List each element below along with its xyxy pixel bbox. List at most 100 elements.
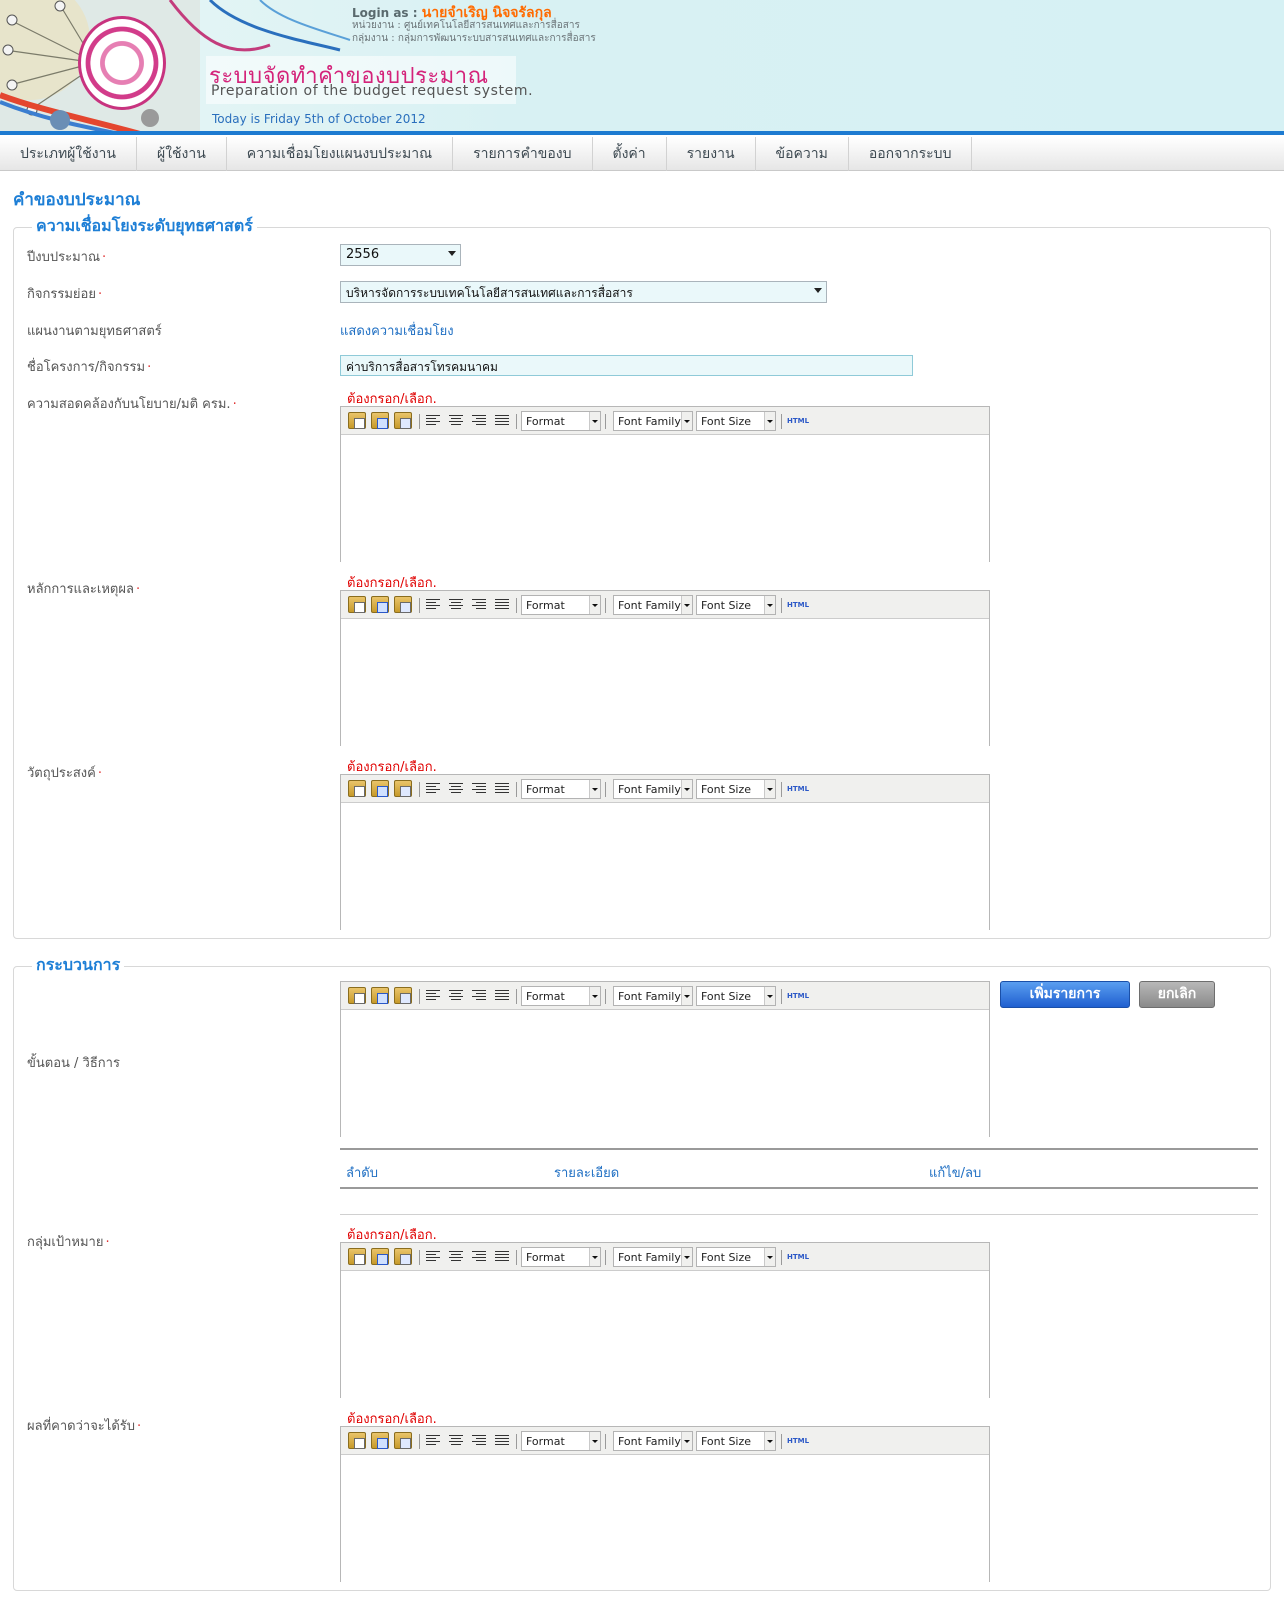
add-item-button[interactable]: เพิ่มรายการ <box>1000 981 1130 1008</box>
paste-icon[interactable] <box>348 1432 366 1449</box>
align-right-icon[interactable] <box>472 599 486 610</box>
editor-text-area[interactable] <box>341 619 989 746</box>
format-dropdown[interactable]: Format <box>521 986 601 1006</box>
paste-icon[interactable] <box>348 596 366 613</box>
editor-text-area[interactable] <box>341 803 989 930</box>
font-family-dropdown[interactable]: Font Family <box>613 986 693 1006</box>
html-source-button[interactable]: HTML <box>787 601 809 609</box>
align-right-icon[interactable] <box>472 990 486 1001</box>
editor-text-area[interactable] <box>341 1455 989 1582</box>
format-dropdown[interactable]: Format <box>521 1247 601 1267</box>
font-size-dropdown[interactable]: Font Size <box>696 986 776 1006</box>
nav-budget-plan-links[interactable]: ความเชื่อมโยงแผนงบประมาณ <box>227 137 454 171</box>
html-source-button[interactable]: HTML <box>787 1437 809 1445</box>
format-dropdown[interactable]: Format <box>521 411 601 431</box>
paste-icon[interactable] <box>348 780 366 797</box>
editor-text-area[interactable] <box>341 1010 989 1137</box>
font-size-dropdown[interactable]: Font Size <box>696 1247 776 1267</box>
font-family-dropdown[interactable]: Font Family <box>613 1247 693 1267</box>
align-justify-icon[interactable] <box>495 990 509 1001</box>
align-center-icon[interactable] <box>449 1251 463 1262</box>
paste-icon[interactable] <box>348 987 366 1004</box>
align-center-icon[interactable] <box>449 415 463 426</box>
align-justify-icon[interactable] <box>495 415 509 426</box>
align-justify-icon[interactable] <box>495 1251 509 1262</box>
font-family-dropdown[interactable]: Font Family <box>613 411 693 431</box>
font-family-dropdown[interactable]: Font Family <box>613 595 693 615</box>
nav-messages[interactable]: ข้อความ <box>756 137 849 171</box>
paste-text-icon[interactable] <box>394 1248 412 1265</box>
align-left-icon[interactable] <box>426 1251 440 1262</box>
align-justify-icon[interactable] <box>495 783 509 794</box>
font-size-dropdown[interactable]: Font Size <box>696 595 776 615</box>
font-size-dropdown[interactable]: Font Size <box>696 779 776 799</box>
budget-year-select[interactable]: 2556 <box>340 244 461 266</box>
align-left-icon[interactable] <box>426 415 440 426</box>
editor-toolbar: Format Font Family Font Size HTML <box>341 591 989 619</box>
font-family-dropdown[interactable]: Font Family <box>613 779 693 799</box>
paste-text-icon[interactable] <box>394 412 412 429</box>
show-links-link[interactable]: แสดงความเชื่อมโยง <box>340 320 454 341</box>
project-name-input[interactable]: ค่าบริการสื่อสารโทรคมนาคม <box>340 355 913 376</box>
paste-text-icon[interactable] <box>394 780 412 797</box>
nav-request-items[interactable]: รายการคำของบ <box>453 137 593 171</box>
main-nav: ประเภทผู้ใช้งาน ผู้ใช้งาน ความเชื่อมโยงแ… <box>0 137 1284 171</box>
paste-from-word-icon[interactable] <box>371 596 389 613</box>
align-left-icon[interactable] <box>426 783 440 794</box>
html-source-button[interactable]: HTML <box>787 1253 809 1261</box>
objective-label-text: วัตถุประสงค์ <box>27 766 96 781</box>
cancel-button[interactable]: ยกเลิก <box>1139 981 1215 1008</box>
chevron-down-icon <box>589 596 600 614</box>
paste-from-word-icon[interactable] <box>371 412 389 429</box>
column-header-detail[interactable]: รายละเอียด <box>554 1162 619 1183</box>
editor-text-area[interactable] <box>341 1271 989 1398</box>
align-right-icon[interactable] <box>472 1435 486 1446</box>
html-source-button[interactable]: HTML <box>787 417 809 425</box>
paste-from-word-icon[interactable] <box>371 780 389 797</box>
paste-icon[interactable] <box>348 412 366 429</box>
column-header-order[interactable]: ลำดับ <box>346 1162 378 1183</box>
project-name-label-text: ชื่อโครงการ/กิจกรรม <box>27 360 146 375</box>
align-left-icon[interactable] <box>426 599 440 610</box>
rationale-editor: Format Font Family Font Size HTML <box>340 590 990 746</box>
paste-icon[interactable] <box>348 1248 366 1265</box>
sub-activity-select[interactable]: บริหารจัดการระบบเทคโนโลยีสารสนเทศและการส… <box>340 281 827 303</box>
paste-from-word-icon[interactable] <box>371 1432 389 1449</box>
format-dropdown-label: Format <box>526 599 565 612</box>
align-center-icon[interactable] <box>449 990 463 1001</box>
steps-editor: Format Font Family Font Size HTML <box>340 981 990 1137</box>
html-source-button[interactable]: HTML <box>787 785 809 793</box>
column-header-edit-delete[interactable]: แก้ไข/ลบ <box>929 1162 981 1183</box>
format-dropdown[interactable]: Format <box>521 779 601 799</box>
font-size-dropdown[interactable]: Font Size <box>696 1431 776 1451</box>
font-size-dropdown[interactable]: Font Size <box>696 411 776 431</box>
align-right-icon[interactable] <box>472 415 486 426</box>
nav-settings[interactable]: ตั้งค่า <box>593 137 667 171</box>
font-family-dropdown-label: Font Family <box>618 1435 681 1448</box>
paste-text-icon[interactable] <box>394 987 412 1004</box>
align-left-icon[interactable] <box>426 1435 440 1446</box>
table-bottom-rule <box>340 1214 1258 1215</box>
format-dropdown[interactable]: Format <box>521 595 601 615</box>
nav-reports[interactable]: รายงาน <box>667 137 756 171</box>
align-right-icon[interactable] <box>472 1251 486 1262</box>
nav-users[interactable]: ผู้ใช้งาน <box>137 137 227 171</box>
align-right-icon[interactable] <box>472 783 486 794</box>
align-center-icon[interactable] <box>449 783 463 794</box>
align-center-icon[interactable] <box>449 1435 463 1446</box>
align-center-icon[interactable] <box>449 599 463 610</box>
align-justify-icon[interactable] <box>495 1435 509 1446</box>
paste-text-icon[interactable] <box>394 1432 412 1449</box>
nav-logout[interactable]: ออกจากระบบ <box>849 137 973 171</box>
nav-user-types[interactable]: ประเภทผู้ใช้งาน <box>0 137 137 171</box>
html-source-button[interactable]: HTML <box>787 992 809 1000</box>
align-left-icon[interactable] <box>426 990 440 1001</box>
font-family-dropdown[interactable]: Font Family <box>613 1431 693 1451</box>
editor-text-area[interactable] <box>341 435 989 562</box>
paste-from-word-icon[interactable] <box>371 1248 389 1265</box>
paste-from-word-icon[interactable] <box>371 987 389 1004</box>
chevron-down-icon <box>589 412 600 430</box>
format-dropdown[interactable]: Format <box>521 1431 601 1451</box>
paste-text-icon[interactable] <box>394 596 412 613</box>
align-justify-icon[interactable] <box>495 599 509 610</box>
